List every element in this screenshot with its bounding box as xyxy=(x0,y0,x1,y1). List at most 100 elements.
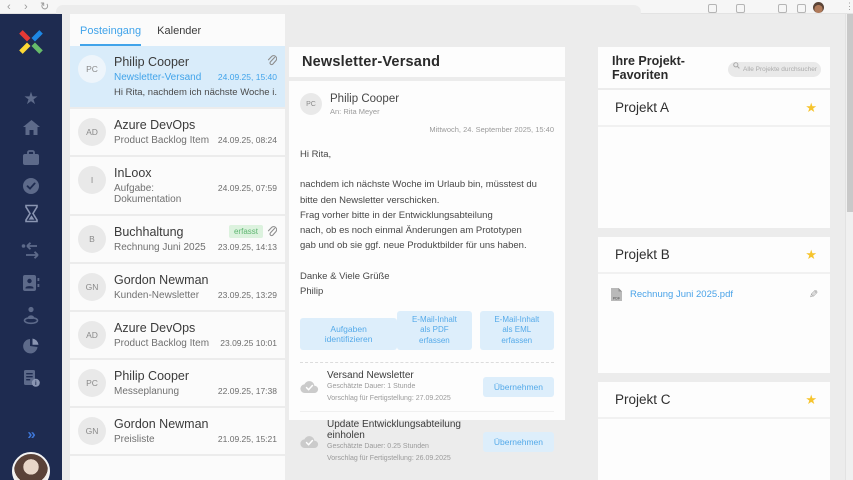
mail-subject: Rechnung Juni 2025 xyxy=(114,242,206,253)
mail-item[interactable]: PC Philip Cooper Newsletter-Versand 24.0… xyxy=(70,46,285,109)
contact-card-icon xyxy=(23,275,40,291)
browser-tab-search-icon[interactable] xyxy=(778,4,787,13)
inloox-app-window: ‹ › ↻ ⋮ ★ i » Posteingang Kalender PC Ph… xyxy=(0,0,853,480)
project-card-c[interactable]: Projekt C ★ xyxy=(598,382,830,480)
hourglass-icon xyxy=(24,204,38,223)
identify-tasks-button[interactable]: Aufgaben identifizieren xyxy=(300,318,398,351)
sidebar-item-reports[interactable] xyxy=(0,337,62,355)
browser-profile-avatar[interactable] xyxy=(813,2,824,13)
mail-item[interactable]: AD Azure DevOps Product Backlog Item 23.… xyxy=(70,312,285,360)
sender-name: Buchhaltung xyxy=(114,225,184,239)
browser-chrome: ‹ › ↻ ⋮ xyxy=(0,0,853,19)
mail-date: 24.09.25, 07:59 xyxy=(217,183,277,193)
mail-list-panel: Posteingang Kalender PC Philip Cooper Ne… xyxy=(70,14,285,480)
page-scrollbar[interactable] xyxy=(845,14,853,480)
mail-subject: Aufgabe: Dokumentation xyxy=(114,183,182,205)
sidebar-item-contacts[interactable] xyxy=(0,274,62,292)
project-search-input[interactable] xyxy=(728,62,821,77)
avatar-initials: PC xyxy=(78,55,106,83)
sidebar-item-time-tracking[interactable] xyxy=(0,204,62,223)
mail-item[interactable]: AD Azure DevOps Product Backlog Item 24.… xyxy=(70,109,285,157)
tab-kalender[interactable]: Kalender xyxy=(157,25,201,46)
mail-preview: Hi Rita, nachdem ich nächste Woche i... xyxy=(114,87,277,98)
file-link[interactable]: Rechnung Juni 2025.pdf xyxy=(630,289,802,300)
sender-name: Philip Cooper xyxy=(114,369,190,383)
sidebar-item-home[interactable] xyxy=(0,119,62,136)
project-card-b[interactable]: Projekt B ★ PDF Rechnung Juni 2025.pdf ✎ xyxy=(598,237,830,373)
apply-suggestion-button[interactable]: Übernehmen xyxy=(482,377,554,398)
mail-date: 24.09.25, 08:24 xyxy=(217,135,277,145)
suggestion-due-date: Vorschlag für Fertigstellung: 26.09.2025 xyxy=(327,454,451,462)
mail-item[interactable]: GN Gordon Newman Preisliste 21.09.25, 15… xyxy=(70,408,285,456)
favorite-star-icon[interactable]: ★ xyxy=(805,248,817,261)
sidebar-item-favorites[interactable]: ★ xyxy=(0,89,62,109)
sender-name: Philip Cooper xyxy=(114,55,190,69)
avatar-initials: B xyxy=(78,225,106,253)
mail-body-text: Hi Rita, nachdem ich nächste Woche im Ur… xyxy=(300,149,537,297)
mail-detail-title: Newsletter-Versand xyxy=(302,54,441,70)
sidebar-expand-button[interactable]: » xyxy=(0,426,62,443)
favorite-star-icon[interactable]: ★ xyxy=(805,101,817,114)
project-card-a[interactable]: Projekt A ★ xyxy=(598,90,830,228)
eml-button-line1: E-Mail-Inhalt xyxy=(494,314,540,324)
avatar-initials: PC xyxy=(78,369,106,397)
detail-date: Mittwoch, 24. September 2025, 15:40 xyxy=(429,125,554,134)
cloud-check-icon xyxy=(300,381,319,394)
browser-forward-icon[interactable]: › xyxy=(24,0,28,14)
sender-name: Gordon Newman xyxy=(114,417,209,431)
status-badge-erfasst: erfasst xyxy=(228,225,263,238)
avatar-initials: GN xyxy=(78,417,106,445)
pdf-file-icon: PDF xyxy=(611,288,622,301)
user-avatar[interactable] xyxy=(12,452,50,480)
sidebar-item-tasks[interactable] xyxy=(0,177,62,195)
paperclip-icon xyxy=(267,55,277,66)
browser-reload-icon[interactable]: ↻ xyxy=(40,0,49,14)
sidebar-item-resources[interactable] xyxy=(0,306,62,325)
mail-subject: Product Backlog Item xyxy=(114,135,210,146)
browser-download-icon[interactable] xyxy=(736,4,745,13)
browser-back-icon[interactable]: ‹ xyxy=(7,0,11,14)
avatar-initials: I xyxy=(78,166,106,194)
project-name: Projekt C xyxy=(615,392,671,407)
sender-name: Azure DevOps xyxy=(114,321,196,335)
task-suggestion-row: Versand Newsletter Geschätzte Dauer: 1 S… xyxy=(300,363,554,411)
suggestion-duration: Geschätzte Dauer: 0.25 Stunden xyxy=(327,443,429,451)
browser-window-icon[interactable] xyxy=(797,4,806,13)
sidebar-item-documents[interactable]: i xyxy=(0,369,62,388)
mail-item[interactable]: GN Gordon Newman Kunden-Newsletter 23.09… xyxy=(70,264,285,312)
mail-subject: Newsletter-Versand xyxy=(114,72,202,83)
route-arrows-icon xyxy=(21,242,39,259)
cloud-check-icon xyxy=(300,435,319,448)
scrollbar-thumb[interactable] xyxy=(847,14,853,212)
suggestion-duration: Geschätzte Dauer: 1 Stunde xyxy=(327,383,416,391)
save-as-pdf-button[interactable]: E-Mail-Inhalt als PDF erfassen xyxy=(397,310,472,351)
sidebar-item-workflows[interactable] xyxy=(0,242,62,260)
suggestion-title: Versand Newsletter xyxy=(327,370,414,382)
mail-item[interactable]: PC Philip Cooper Messeplanung 22.09.25, … xyxy=(70,360,285,408)
sidebar-item-projects[interactable] xyxy=(0,150,62,166)
pdf-button-line1: E-Mail-Inhalt xyxy=(411,314,457,324)
detail-sender-name: Philip Cooper xyxy=(330,93,400,105)
detail-recipient: An: Rita Meyer xyxy=(330,107,380,116)
sender-name: Azure DevOps xyxy=(114,118,196,132)
suggestion-title: Update Entwicklungsabteilung einholen xyxy=(327,419,461,442)
browser-menu-icon[interactable]: ⋮ xyxy=(845,0,853,13)
avatar-initials: GN xyxy=(78,273,106,301)
favorite-star-icon[interactable]: ★ xyxy=(805,393,817,406)
apply-suggestion-button[interactable]: Übernehmen xyxy=(482,431,554,452)
mail-item[interactable]: I InLoox Aufgabe: Dokumentation 24.09.25… xyxy=(70,157,285,216)
project-file-row: PDF Rechnung Juni 2025.pdf ✎ xyxy=(598,274,830,315)
mail-subject: Kunden-Newsletter xyxy=(114,290,200,301)
mail-subject: Preisliste xyxy=(114,434,155,445)
edit-pencil-icon[interactable]: ✎ xyxy=(809,288,818,301)
inloox-logo[interactable] xyxy=(0,28,62,56)
save-as-eml-button[interactable]: E-Mail-Inhalt als EML erfassen xyxy=(479,310,554,351)
avatar-initials: AD xyxy=(78,118,106,146)
check-circle-icon xyxy=(23,178,39,194)
mail-item[interactable]: B Buchhaltung erfasst Rechnung Juni 2025… xyxy=(70,216,285,264)
mail-date: 23.09.25 10:01 xyxy=(220,338,277,348)
browser-extension-icon[interactable] xyxy=(708,4,717,13)
tab-posteingang[interactable]: Posteingang xyxy=(80,25,142,46)
report-info-icon: i xyxy=(23,370,40,387)
suggestion-due-date: Vorschlag für Fertigstellung: 27.09.2025 xyxy=(327,394,451,402)
